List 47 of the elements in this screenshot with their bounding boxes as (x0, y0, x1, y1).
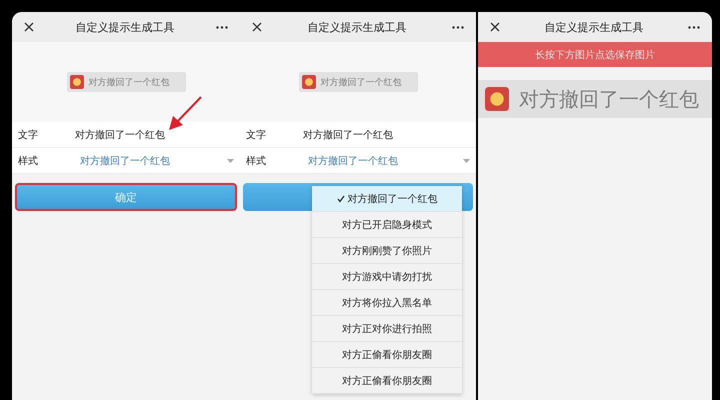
envelope-icon (302, 75, 316, 89)
field-value: 对方撤回了一个红包 (80, 154, 171, 168)
check-icon (336, 194, 344, 202)
dropdown-option[interactable]: 对方正偷看你朋友圈 (312, 342, 462, 368)
dropdown-caret-icon (463, 158, 470, 162)
option-label: 对方正偷看你朋友圈 (342, 348, 432, 362)
option-label: 对方已开启隐身模式 (342, 218, 432, 232)
dropdown-option[interactable]: 对方已开启隐身模式 (312, 212, 462, 238)
field-label: 样式 (246, 154, 267, 168)
close-icon[interactable] (252, 22, 262, 32)
envelope-icon (70, 75, 84, 89)
style-select[interactable]: 样式 对方撤回了一个红包 (240, 148, 476, 174)
dropdown-option[interactable]: 对方刚刚赞了你照片 (312, 238, 462, 264)
preview-text: 对方撤回了一个红包 (88, 76, 170, 88)
field-value: 对方撤回了一个红包 (303, 128, 394, 142)
style-select[interactable]: 样式 对方撤回了一个红包 (12, 148, 240, 174)
dropdown-option[interactable]: 对方将你拉入黑名单 (312, 290, 462, 316)
text-field[interactable]: 文字 对方撤回了一个红包 (240, 122, 476, 148)
field-label: 文字 (246, 128, 267, 142)
window-title: 自定义提示生成工具 (76, 20, 174, 34)
dropdown-option[interactable]: 对方正对你进行拍照 (312, 316, 462, 342)
result-text: 对方撤回了一个红包 (519, 86, 699, 112)
option-label: 对方撤回了一个红包 (348, 192, 438, 206)
text-field[interactable]: 文字 对方撤回了一个红包 (12, 122, 240, 148)
more-icon[interactable] (688, 26, 700, 28)
window-title: 自定义提示生成工具 (308, 20, 406, 34)
save-hint-banner: 长按下方图片点选保存图片 (478, 42, 712, 67)
option-label: 对方将你拉入黑名单 (342, 296, 432, 310)
field-label: 文字 (18, 128, 39, 142)
dropdown-option[interactable]: 对方游戏中请勿打扰 (312, 264, 462, 290)
option-label: 对方刚刚赞了你照片 (342, 244, 432, 258)
option-label: 对方正偷看你朋友圈 (342, 374, 432, 388)
more-icon[interactable] (216, 26, 228, 28)
close-icon[interactable] (490, 22, 500, 32)
dropdown-option[interactable]: 对方正偷看你朋友圈 (312, 368, 462, 394)
field-value: 对方撤回了一个红包 (308, 154, 399, 168)
option-label: 对方正对你进行拍照 (342, 322, 432, 336)
close-icon[interactable] (24, 22, 34, 32)
window-title: 自定义提示生成工具 (544, 20, 644, 34)
more-icon[interactable] (452, 26, 464, 28)
field-label: 样式 (18, 154, 39, 168)
option-label: 对方游戏中请勿打扰 (342, 270, 432, 284)
dropdown-option[interactable]: 对方撤回了一个红包 (312, 186, 462, 212)
envelope-icon (485, 87, 509, 111)
dropdown-caret-icon (227, 158, 234, 162)
field-value: 对方撤回了一个红包 (75, 128, 166, 142)
preview-text: 对方撤回了一个红包 (320, 76, 402, 88)
